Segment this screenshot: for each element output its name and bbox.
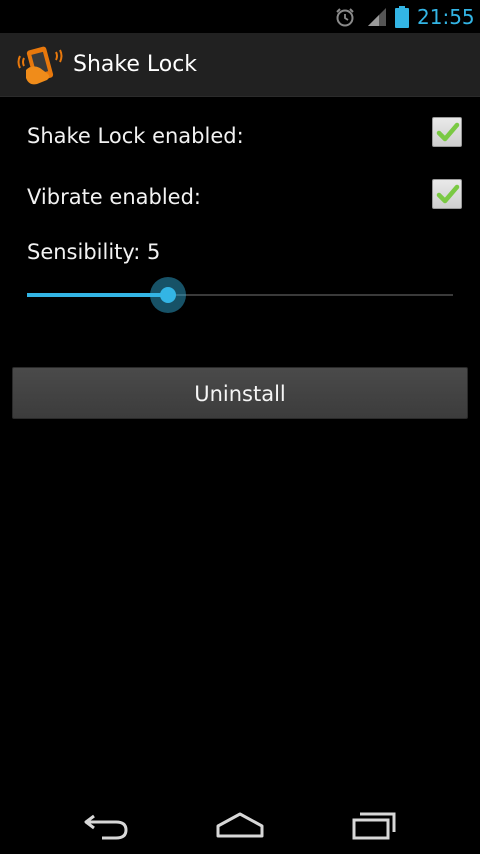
clock: 21:55 (417, 5, 475, 29)
checkmark-icon (436, 184, 460, 204)
sensibility-label: Sensibility: 5 (27, 240, 161, 264)
vibrate-enabled-checkbox[interactable] (432, 179, 462, 209)
recent-apps-icon[interactable] (348, 808, 400, 840)
slider-thumb[interactable] (150, 277, 186, 313)
navigation-bar (0, 790, 480, 854)
battery-icon (395, 6, 409, 28)
app-title: Shake Lock (73, 52, 198, 77)
checkmark-icon (436, 122, 460, 142)
home-icon[interactable] (214, 808, 266, 840)
status-bar: 21:55 (0, 0, 480, 33)
signal-icon (368, 8, 386, 26)
shake-lock-app-icon (17, 46, 63, 85)
uninstall-button[interactable]: Uninstall (12, 367, 468, 419)
screen: 21:55 Shake Lock Shake Lock enabled: Vib… (0, 0, 480, 854)
sensibility-slider[interactable] (27, 270, 453, 320)
slider-fill (27, 293, 168, 297)
vibrate-enabled-label: Vibrate enabled: (27, 185, 201, 209)
action-bar: Shake Lock (0, 33, 480, 97)
shake-lock-enabled-checkbox[interactable] (432, 117, 462, 147)
back-icon[interactable] (80, 808, 132, 840)
alarm-icon (336, 8, 354, 27)
shake-lock-enabled-label: Shake Lock enabled: (27, 124, 244, 148)
